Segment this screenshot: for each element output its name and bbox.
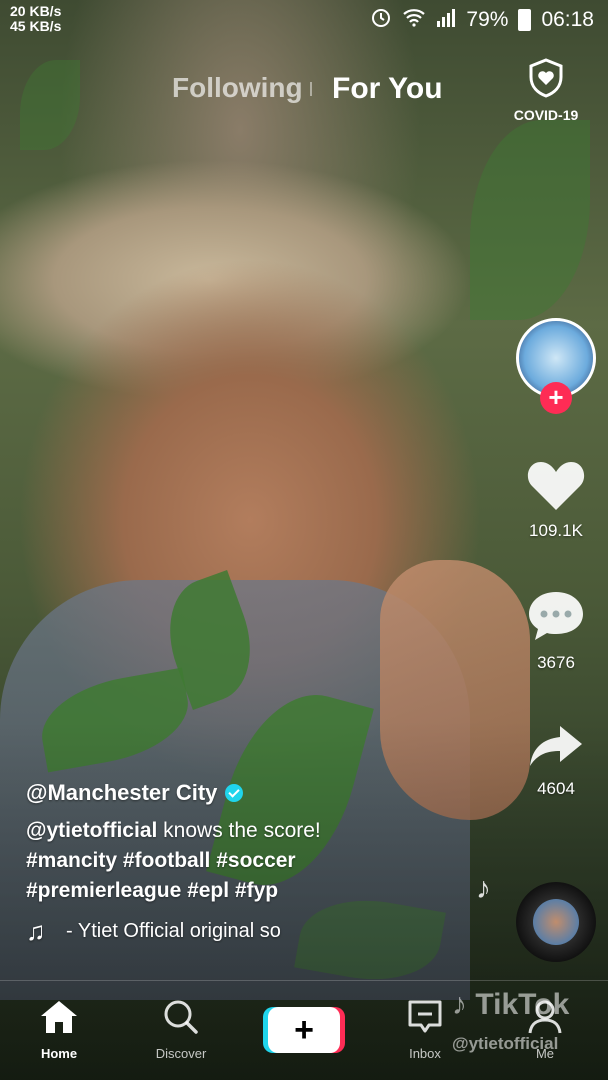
- watermark-brand: ♪ TikTok: [452, 988, 602, 1022]
- watermark-brand-text: TikTok: [475, 988, 570, 1021]
- foliage: [20, 60, 80, 150]
- alarm-icon: [370, 6, 392, 34]
- status-icons: 79% 06:18: [370, 6, 594, 34]
- nav-home-label: Home: [40, 1046, 78, 1061]
- create-button[interactable]: +: [268, 1007, 340, 1053]
- status-bar: 20 KB/s 45 KB/s 79% 06:18: [0, 0, 608, 40]
- inbox-icon: [406, 1000, 444, 1039]
- music-row[interactable]: ♫ - Ytiet Official original so: [26, 916, 496, 947]
- shield-heart-icon: [528, 58, 564, 102]
- download-speed: 45 KB/s: [10, 18, 62, 34]
- caption-mention[interactable]: @ytietofficial: [26, 819, 157, 842]
- nav-discover[interactable]: Discover: [136, 999, 226, 1061]
- caption-hashtags-1[interactable]: #mancity #football #soccer: [26, 849, 296, 872]
- battery-percent: 79%: [466, 8, 509, 31]
- heart-icon: [526, 462, 586, 516]
- tiktok-logo-icon: ♪: [452, 988, 467, 1021]
- like-button[interactable]: 109.1K: [516, 458, 596, 541]
- verified-icon: [225, 784, 244, 802]
- tiktok-watermark: ♪ TikTok @ytietofficial: [452, 988, 602, 1054]
- music-disc-cover: [533, 899, 579, 945]
- caption-text: @ytietofficial knows the score! #mancity…: [26, 816, 496, 906]
- tab-divider: [310, 82, 312, 96]
- watermark-user: @ytietofficial: [452, 1034, 559, 1053]
- music-disc[interactable]: [516, 882, 596, 962]
- creator-username-row[interactable]: @Manchester City: [26, 780, 496, 806]
- caption-hashtags-2[interactable]: #premierleague #epl #fyp: [26, 879, 278, 902]
- tab-for-you[interactable]: For You: [332, 72, 443, 106]
- share-button[interactable]: 4604: [516, 722, 596, 799]
- search-icon: [162, 1000, 200, 1039]
- foliage: [470, 120, 590, 320]
- comment-bubble-icon: [526, 592, 586, 648]
- comment-count: 3676: [537, 653, 575, 672]
- share-count: 4604: [537, 779, 575, 798]
- wifi-icon: [402, 7, 426, 33]
- covid-button[interactable]: COVID-19: [506, 58, 586, 123]
- nav-home[interactable]: Home: [14, 999, 104, 1061]
- upload-speed: 20 KB/s: [10, 3, 62, 19]
- plus-icon: +: [294, 1010, 314, 1049]
- creator-username[interactable]: @Manchester City: [26, 780, 217, 806]
- covid-label: COVID-19: [513, 107, 579, 123]
- music-title[interactable]: - Ytiet Official original so: [66, 920, 356, 943]
- like-count: 109.1K: [529, 521, 583, 540]
- music-note-icon: ♫: [26, 916, 46, 946]
- signal-icon: [436, 7, 456, 33]
- video-caption: @Manchester City @ytietofficial knows th…: [26, 780, 496, 947]
- network-speed: 20 KB/s 45 KB/s: [10, 4, 61, 34]
- follow-plus-icon[interactable]: +: [540, 382, 572, 414]
- battery-icon: [518, 9, 532, 31]
- nav-discover-label: Discover: [155, 1046, 207, 1061]
- comment-button[interactable]: 3676: [516, 588, 596, 673]
- share-arrow-icon: [526, 726, 586, 774]
- floating-music-note-icon: ♪: [476, 872, 491, 905]
- home-icon: [39, 1001, 79, 1039]
- tab-following[interactable]: Following: [172, 72, 303, 104]
- clock: 06:18: [541, 8, 594, 31]
- caption-body: knows the score!: [157, 819, 321, 842]
